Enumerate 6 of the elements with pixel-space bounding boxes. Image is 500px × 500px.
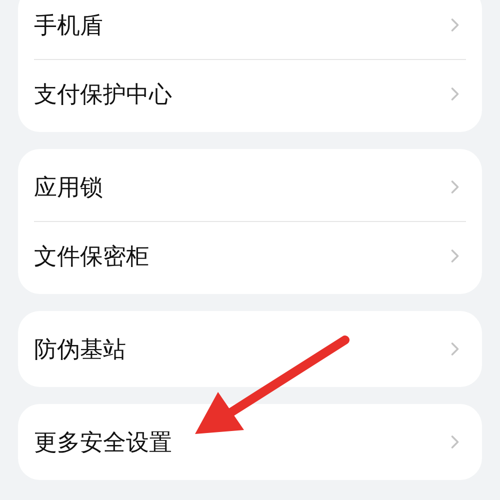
settings-item[interactable]: 文件保密柜: [34, 240, 149, 272]
settings-item[interactable]: 支付保护中心: [34, 78, 172, 110]
settings-item[interactable]: 防伪基站: [34, 334, 126, 364]
settings-item[interactable]: 更多安全设置: [34, 426, 172, 458]
settings-item[interactable]: 手机盾: [34, 10, 103, 40]
settings-item[interactable]: 应用锁: [34, 172, 103, 202]
